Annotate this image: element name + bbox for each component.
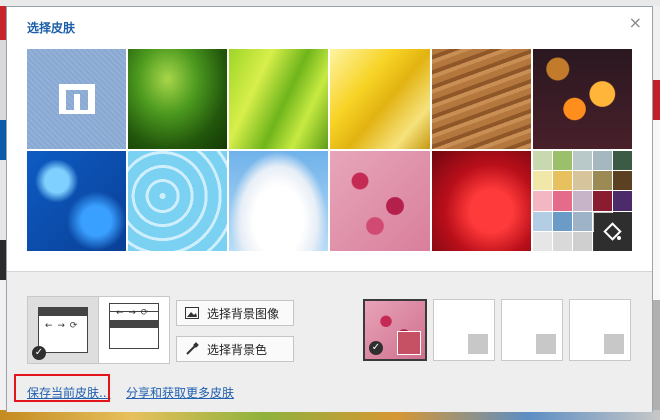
share-more-skins-link[interactable]: 分享和获取更多皮肤 bbox=[126, 384, 234, 401]
recent-skin-3[interactable] bbox=[501, 299, 563, 361]
select-bg-image-label: 选择背景图像 bbox=[207, 306, 280, 321]
select-bg-color-label: 选择背景色 bbox=[207, 342, 268, 357]
palette-swatch[interactable] bbox=[592, 151, 612, 171]
custom-color-button[interactable] bbox=[593, 213, 632, 251]
paint-bucket-icon bbox=[603, 222, 622, 241]
skin-tile-water[interactable] bbox=[27, 151, 127, 251]
palette-swatch[interactable] bbox=[612, 191, 632, 211]
select-bg-color-button[interactable]: 选择背景色 bbox=[176, 336, 294, 362]
palette-swatch[interactable] bbox=[572, 151, 592, 171]
color-chip bbox=[468, 334, 488, 354]
color-chip bbox=[604, 334, 624, 354]
skin-tile-palette[interactable] bbox=[532, 151, 632, 251]
skin-tile-clouds[interactable] bbox=[229, 151, 329, 251]
skin-grid bbox=[27, 49, 632, 251]
skin-tile-green[interactable] bbox=[229, 49, 329, 149]
palette-swatch[interactable] bbox=[532, 171, 552, 191]
palette-swatch[interactable] bbox=[592, 171, 612, 191]
skin-tile-bokeh[interactable] bbox=[532, 49, 632, 149]
palette-swatch[interactable] bbox=[552, 171, 572, 191]
palette-swatch[interactable] bbox=[572, 191, 592, 211]
skin-tile-cells[interactable] bbox=[128, 151, 228, 251]
window-layout-icon: ← → ⟳ bbox=[109, 303, 159, 349]
skin-dialog: 选择皮肤 × ← → ⟳ ✓ ← → ⟳ 选择背景图像 选择背景色 ✓ 保存当前… bbox=[6, 6, 653, 412]
selected-check-icon: ✓ bbox=[32, 346, 46, 360]
image-icon bbox=[185, 307, 199, 319]
palette-swatch[interactable] bbox=[572, 171, 592, 191]
palette-swatch[interactable] bbox=[532, 191, 552, 211]
palette-swatch[interactable] bbox=[532, 231, 552, 251]
palette-swatch[interactable] bbox=[552, 211, 572, 231]
skin-tile-blossom[interactable] bbox=[330, 151, 430, 251]
close-icon[interactable]: × bbox=[629, 15, 642, 31]
palette-swatch[interactable] bbox=[612, 151, 632, 171]
palette-swatch[interactable] bbox=[572, 231, 592, 251]
recent-skin-2[interactable] bbox=[433, 299, 495, 361]
palette-swatch[interactable] bbox=[532, 211, 552, 231]
maxthon-logo-icon bbox=[58, 84, 95, 114]
eyedropper-icon bbox=[186, 342, 199, 355]
layout-option-2[interactable]: ← → ⟳ bbox=[99, 297, 169, 363]
palette-swatch[interactable] bbox=[552, 231, 572, 251]
window-layout-icon: ← → ⟳ bbox=[38, 307, 88, 353]
skin-tile-red[interactable] bbox=[431, 151, 531, 251]
select-bg-image-button[interactable]: 选择背景图像 bbox=[176, 300, 294, 326]
recent-skin-4[interactable] bbox=[569, 299, 631, 361]
palette-swatch[interactable] bbox=[592, 191, 612, 211]
layout-selector: ← → ⟳ ✓ ← → ⟳ bbox=[27, 296, 170, 364]
skin-tile-maxthon[interactable] bbox=[27, 49, 127, 149]
skin-tile-sand[interactable] bbox=[431, 49, 531, 149]
palette-swatch[interactable] bbox=[612, 171, 632, 191]
selected-check-icon: ✓ bbox=[369, 341, 383, 355]
dialog-title: 选择皮肤 bbox=[27, 21, 76, 35]
palette-swatch[interactable] bbox=[572, 211, 592, 231]
highlight-box bbox=[14, 374, 110, 402]
color-chip bbox=[397, 331, 421, 355]
palette-swatch[interactable] bbox=[552, 191, 572, 211]
skin-tile-yellow-leaf[interactable] bbox=[330, 49, 430, 149]
color-chip bbox=[536, 334, 556, 354]
palette-swatch[interactable] bbox=[532, 151, 552, 171]
layout-option-1[interactable]: ← → ⟳ ✓ bbox=[28, 297, 99, 363]
recent-skins: ✓ bbox=[363, 299, 631, 361]
palette-swatch[interactable] bbox=[552, 151, 572, 171]
skin-tile-grass[interactable] bbox=[128, 49, 228, 149]
recent-skin-1[interactable]: ✓ bbox=[363, 299, 427, 361]
dialog-footer: ← → ⟳ ✓ ← → ⟳ 选择背景图像 选择背景色 ✓ 保存当前皮肤... 分… bbox=[7, 271, 652, 412]
